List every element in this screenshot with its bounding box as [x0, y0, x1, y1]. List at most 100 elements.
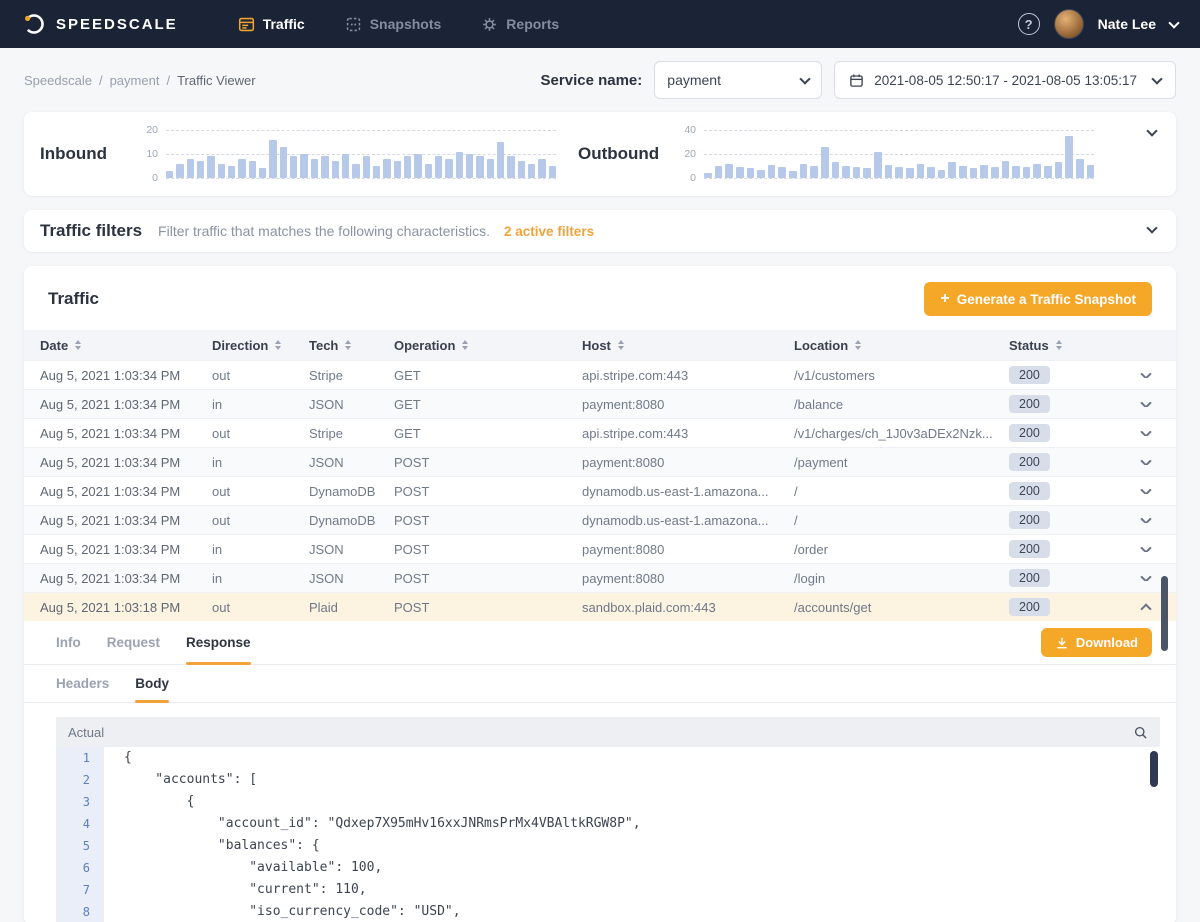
- traffic-table-row[interactable]: Aug 5, 2021 1:03:34 PMoutDynamoDBPOSTdyn…: [24, 476, 1176, 505]
- ytick: 0: [690, 172, 696, 184]
- tab-response[interactable]: Response: [186, 621, 251, 664]
- generate-snapshot-button[interactable]: + Generate a Traffic Snapshot: [924, 282, 1152, 316]
- chart-bar: [249, 161, 256, 178]
- outbound-chart-block: Outbound 40 20 0: [578, 130, 1116, 178]
- row-expand-chevron-icon[interactable]: [1140, 547, 1151, 552]
- chart-bar: [259, 168, 266, 178]
- calendar-icon: [849, 73, 864, 88]
- inbound-yaxis: 20 10 0: [132, 130, 158, 178]
- row-expand-chevron-icon[interactable]: [1140, 431, 1151, 436]
- chart-bar: [197, 161, 204, 178]
- column-header-date[interactable]: Date: [24, 338, 196, 353]
- sort-icon[interactable]: [75, 340, 81, 350]
- tab-body[interactable]: Body: [135, 665, 169, 702]
- download-button[interactable]: Download: [1041, 628, 1152, 657]
- traffic-table-row[interactable]: Aug 5, 2021 1:03:34 PMoutStripeGETapi.st…: [24, 360, 1176, 389]
- service-select[interactable]: payment: [654, 61, 822, 99]
- row-expand-chevron-icon[interactable]: [1140, 576, 1151, 581]
- plus-icon: +: [940, 291, 949, 307]
- chart-bar: [166, 171, 173, 178]
- breadcrumb-speedscale[interactable]: Speedscale: [24, 73, 92, 88]
- user-name[interactable]: Nate Lee: [1098, 16, 1156, 32]
- traffic-table-row[interactable]: Aug 5, 2021 1:03:34 PMoutStripeGETapi.st…: [24, 418, 1176, 447]
- chart-bar: [980, 165, 988, 178]
- active-filters-link[interactable]: 2 active filters: [504, 224, 594, 239]
- status-badge: 200: [1009, 424, 1050, 443]
- nav-reports-label: Reports: [506, 16, 559, 32]
- chart-bar: [300, 154, 307, 178]
- nav-snapshots[interactable]: Snapshots: [345, 16, 442, 33]
- chart-bar: [445, 159, 452, 178]
- nav-reports[interactable]: Reports: [481, 16, 559, 33]
- row-expand-chevron-icon[interactable]: [1140, 460, 1151, 465]
- request-detail-panel: Info Request Response Download Headers B…: [24, 621, 1176, 922]
- traffic-filters-card: Traffic filters Filter traffic that matc…: [24, 210, 1176, 252]
- sort-icon[interactable]: [345, 340, 351, 350]
- chart-bar: [1033, 164, 1041, 178]
- outbound-bars: [704, 130, 1094, 178]
- charts-collapse-chevron-icon[interactable]: [1146, 125, 1157, 136]
- table-scrollbar-thumb[interactable]: [1161, 576, 1168, 651]
- row-expand-chevron-icon[interactable]: [1140, 489, 1151, 494]
- chart-bar: [1076, 159, 1084, 178]
- row-expand-chevron-icon[interactable]: [1140, 518, 1151, 523]
- traffic-table-row[interactable]: Aug 5, 2021 1:03:18 PMoutPlaidPOSTsandbo…: [24, 592, 1176, 621]
- detail-subtabs-row: Headers Body: [24, 665, 1176, 703]
- line-number: 8: [56, 901, 104, 922]
- code-scrollbar-thumb[interactable]: [1150, 751, 1158, 787]
- breadcrumb-payment[interactable]: payment: [110, 73, 160, 88]
- traffic-table-row[interactable]: Aug 5, 2021 1:03:34 PMinJSONPOSTpayment:…: [24, 534, 1176, 563]
- traffic-table-row[interactable]: Aug 5, 2021 1:03:34 PMinJSONPOSTpayment:…: [24, 447, 1176, 476]
- column-header-operation[interactable]: Operation: [378, 338, 566, 353]
- search-icon[interactable]: [1133, 725, 1148, 740]
- nav-traffic[interactable]: Traffic: [238, 16, 305, 33]
- row-expand-chevron-icon[interactable]: [1140, 402, 1151, 407]
- sort-icon[interactable]: [275, 340, 281, 350]
- chart-bar: [853, 167, 861, 178]
- chart-bar: [736, 167, 744, 178]
- column-header-tech[interactable]: Tech: [293, 338, 378, 353]
- sort-icon[interactable]: [855, 340, 861, 350]
- traffic-table-row[interactable]: Aug 5, 2021 1:03:34 PMoutDynamoDBPOSTdyn…: [24, 505, 1176, 534]
- code-line: 1{: [56, 747, 1160, 769]
- tab-headers[interactable]: Headers: [56, 665, 109, 702]
- tab-info[interactable]: Info: [56, 621, 81, 664]
- chart-bar: [938, 170, 946, 178]
- filters-title: Traffic filters: [40, 221, 142, 241]
- chart-bar: [352, 164, 359, 178]
- filters-expand-chevron-icon[interactable]: [1146, 222, 1157, 233]
- breadcrumb-separator: /: [99, 73, 103, 88]
- tab-request[interactable]: Request: [107, 621, 160, 664]
- chart-bar: [885, 165, 893, 178]
- column-header-host[interactable]: Host: [566, 338, 778, 353]
- traffic-table-row[interactable]: Aug 5, 2021 1:03:34 PMinJSONGETpayment:8…: [24, 389, 1176, 418]
- sort-icon[interactable]: [1056, 340, 1062, 350]
- user-menu-chevron-icon[interactable]: [1168, 17, 1179, 28]
- ytick: 40: [684, 124, 696, 136]
- chart-bar: [311, 159, 318, 178]
- row-collapse-chevron-icon[interactable]: [1140, 603, 1151, 613]
- chart-bar: [363, 156, 370, 178]
- column-header-direction[interactable]: Direction: [196, 338, 293, 353]
- row-expand-chevron-icon[interactable]: [1140, 373, 1151, 378]
- column-header-status[interactable]: Status: [993, 338, 1093, 353]
- date-range-picker[interactable]: 2021-08-05 12:50:17 - 2021-08-05 13:05:1…: [834, 61, 1176, 99]
- column-header-location[interactable]: Location: [778, 338, 993, 353]
- help-icon[interactable]: ?: [1018, 13, 1040, 35]
- chart-bar: [187, 159, 194, 178]
- top-navbar: SPEEDSCALE Traffic Snapsh: [0, 0, 1200, 48]
- sort-icon[interactable]: [618, 340, 624, 350]
- traffic-table-row[interactable]: Aug 5, 2021 1:03:34 PMinJSONPOSTpayment:…: [24, 563, 1176, 592]
- code-line: 7 "current": 110,: [56, 879, 1160, 901]
- chart-bar: [1002, 161, 1010, 178]
- sort-icon[interactable]: [462, 340, 468, 350]
- avatar[interactable]: [1054, 9, 1084, 39]
- chart-bar: [1023, 167, 1031, 178]
- viewer-mode-label: Actual: [68, 725, 104, 740]
- traffic-card-header: Traffic + Generate a Traffic Snapshot: [24, 266, 1176, 330]
- chart-bar: [435, 156, 442, 178]
- code-line: 6 "available": 100,: [56, 857, 1160, 879]
- nav-snapshots-label: Snapshots: [370, 16, 442, 32]
- line-number: 7: [56, 879, 104, 901]
- outbound-chart: 40 20 0: [670, 130, 1116, 178]
